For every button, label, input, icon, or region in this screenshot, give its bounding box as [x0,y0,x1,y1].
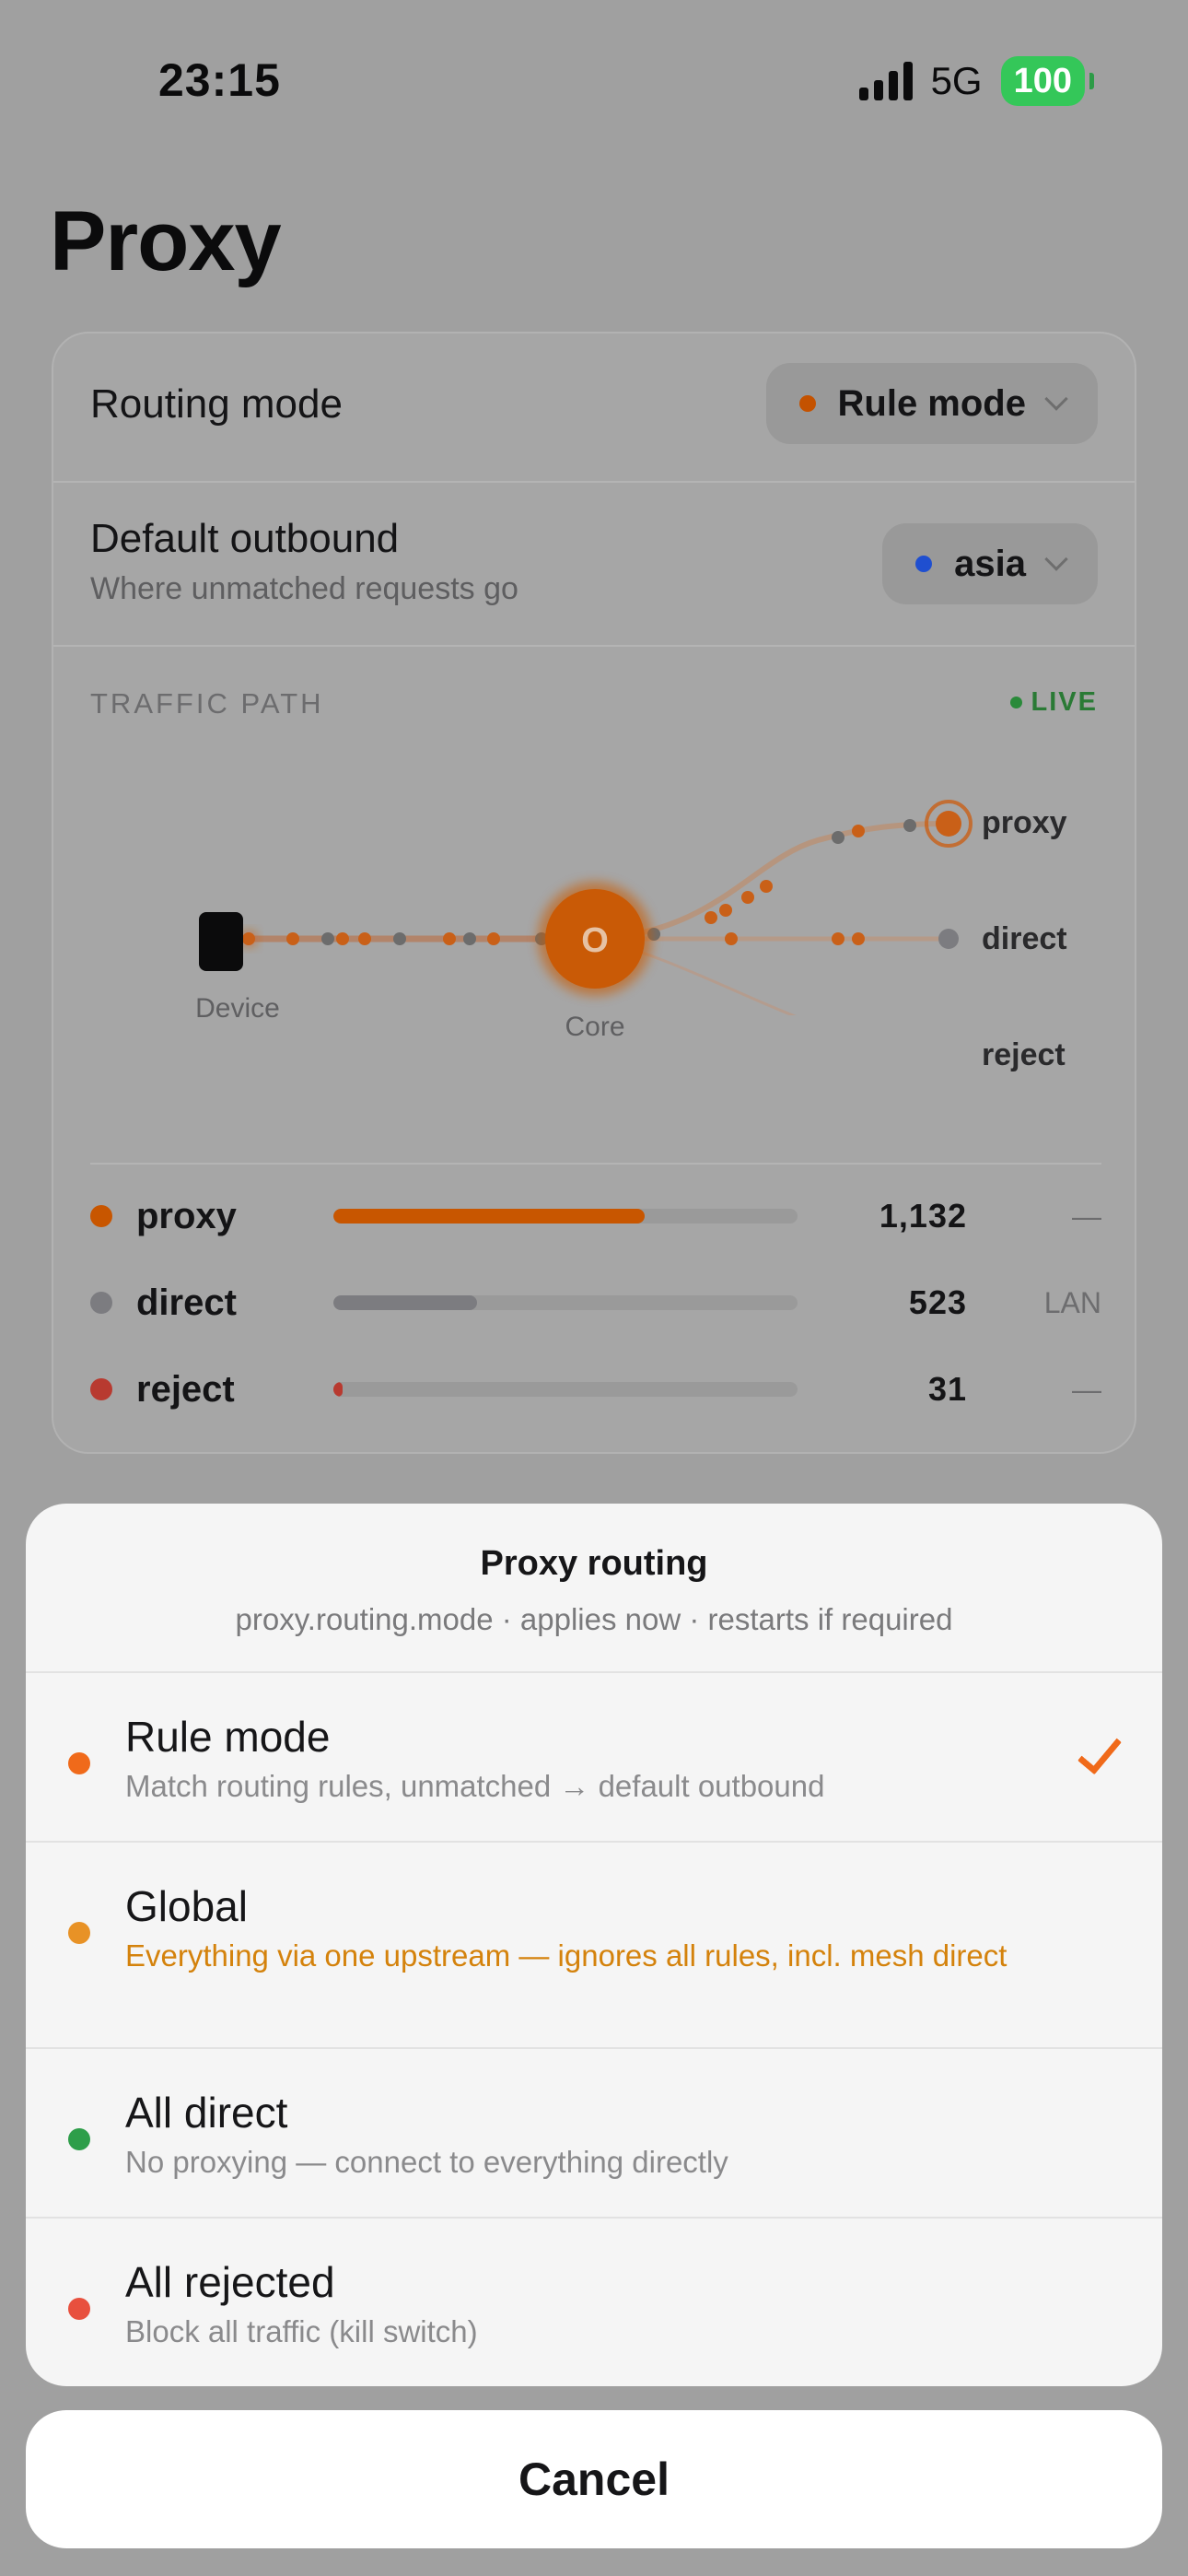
sheet-subtitle: proxy.routing.mode · applies now · resta… [235,1602,953,1636]
stat-dot [90,1378,112,1400]
proxy-settings-card: Routing mode Rule mode Default outbound … [52,332,1136,1454]
stat-dot [90,1205,112,1227]
traffic-path-label: TRAFFIC PATH [90,687,324,720]
status-indicators: 5G 100 [858,55,1095,107]
stat-name: reject [136,1368,235,1410]
status-time: 23:15 [158,54,281,106]
option-dot [68,1752,90,1774]
option-description: No proxying — connect to everything dire… [125,2145,728,2179]
stat-bar [333,1209,798,1224]
network-type: 5G [930,59,983,102]
stat-count: 1,132 [879,1197,967,1235]
stat-row-proxy: proxy 1,132 — [90,1188,1101,1244]
reject-output-label: reject [982,1037,1066,1072]
proxy-node [936,811,961,837]
stat-count: 31 [927,1370,967,1408]
option-all-rejected[interactable]: All rejected Block all traffic (kill swi… [26,2219,1162,2386]
default-outbound-label: Default outbound [90,516,400,561]
live-badge: LIVE [1009,687,1098,718]
stat-row-reject: reject 31 — [90,1362,1101,1417]
option-name: Global [125,1882,248,1930]
routing-mode-dot [798,395,816,412]
routing-mode-value: Rule mode [837,382,1026,424]
routing-mode-label: Routing mode [90,381,343,427]
option-dot [68,2128,90,2150]
option-all-direct[interactable]: All direct No proxying — connect to ever… [26,2049,1162,2219]
cellular-signal-icon [858,62,913,100]
stat-note: — [1072,1372,1101,1406]
stat-bar [333,1382,798,1397]
option-dot [68,2298,90,2320]
live-dot-icon [1009,697,1022,708]
sheet-title: Proxy routing [480,1544,708,1583]
stat-name: direct [136,1282,237,1323]
battery-indicator: 100 [1000,56,1095,106]
option-warning-description: Everything via one upstream — ignores al… [125,1938,1007,1973]
default-outbound-sublabel: Where unmatched requests go [90,571,518,606]
chevron-down-icon [1044,387,1068,411]
option-description: Block all traffic (kill switch) [125,2314,478,2348]
traffic-path-diagram: O [199,800,973,1015]
page-title: Proxy [50,194,282,288]
proxy-path [596,821,949,942]
routing-mode-row[interactable]: Routing mode Rule mode [53,334,1135,481]
stat-row-direct: direct 523 LAN [90,1275,1101,1330]
stat-note: LAN [1043,1285,1101,1319]
device-label: Device [195,993,280,1024]
option-description: Match routing rules, unmatched → default… [125,1769,825,1803]
stat-note: — [1072,1199,1101,1233]
stat-bar-fill [333,1295,478,1310]
core-label: Core [565,1012,625,1042]
stat-bar-fill [333,1382,344,1397]
direct-output-label: direct [982,921,1067,956]
option-global[interactable]: Global Everything via one upstream — ign… [26,1843,1162,2049]
default-outbound-row[interactable]: Default outbound Where unmatched request… [53,483,1135,645]
option-name: All direct [125,2089,288,2137]
stat-count: 523 [908,1283,967,1321]
sheet-header: Proxy routing proxy.routing.mode · appli… [26,1504,1162,1673]
option-dot [68,1922,90,1944]
core-glyph: O [581,921,609,960]
cancel-button[interactable]: Cancel [26,2410,1162,2548]
option-name: Rule mode [125,1713,331,1761]
stat-bar [333,1295,798,1310]
traffic-stats: proxy 1,132 — direct 523 LAN reject 31 — [90,1188,1101,1417]
device-icon [199,912,243,971]
routing-mode-picker[interactable]: Rule mode [765,363,1098,444]
stat-name: proxy [136,1195,237,1236]
option-rule-mode[interactable]: Rule mode Match routing rules, unmatched… [26,1673,1162,1843]
live-label: LIVE [1031,687,1098,717]
chevron-down-icon [1044,547,1068,571]
option-name: All rejected [125,2258,335,2306]
divider [53,645,1135,647]
proxy-routing-sheet: Proxy routing proxy.routing.mode · appli… [26,1504,1162,2386]
divider [90,1163,1101,1165]
checkmark-icon [1077,1727,1122,1775]
stat-dot [90,1292,112,1314]
direct-node [938,929,959,949]
stat-bar-fill [333,1209,645,1224]
proxy-output-label: proxy [982,805,1067,840]
default-outbound-value: asia [954,543,1026,584]
default-outbound-picker[interactable]: asia [882,523,1098,604]
outbound-dot [915,556,933,572]
